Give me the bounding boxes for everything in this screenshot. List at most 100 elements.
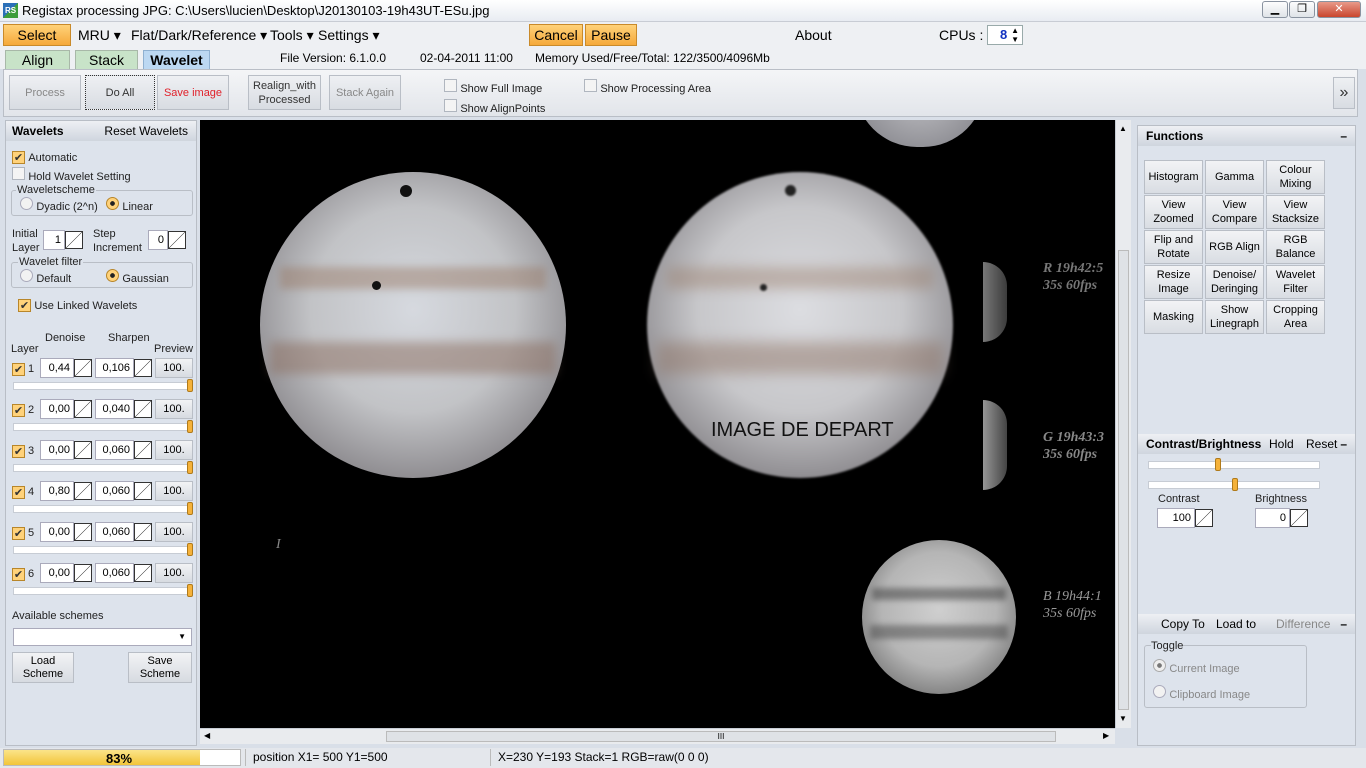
expand-button[interactable]: » [1333, 77, 1355, 109]
contrast-input[interactable]: 100 [1157, 508, 1195, 528]
layer-slider[interactable] [13, 584, 193, 597]
layer-checkbox[interactable] [12, 485, 25, 499]
layer-slider-thumb[interactable] [187, 543, 193, 556]
show-full-image-checkbox[interactable]: Show Full Image [444, 79, 542, 95]
show-processing-area-checkbox[interactable]: Show Processing Area [584, 79, 711, 95]
function-button[interactable]: View Compare [1205, 195, 1264, 229]
contrast-reset-button[interactable]: Reset [1306, 434, 1337, 454]
copy-collapse-button[interactable]: – [1340, 614, 1347, 634]
denoise-input[interactable]: 0,00 [40, 440, 74, 460]
denoise-input[interactable]: 0,80 [40, 481, 74, 501]
layer-slider[interactable] [13, 420, 193, 433]
menu-flat-dark-reference[interactable]: Flat/Dark/Reference ▾ [131, 27, 267, 44]
function-button[interactable]: Flip and Rotate [1144, 230, 1203, 264]
preview-button[interactable]: 100. [155, 399, 193, 419]
sharpen-input[interactable]: 0,040 [95, 399, 134, 419]
sharpen-spinner[interactable] [134, 359, 152, 377]
linear-radio[interactable]: Linear [106, 197, 153, 213]
layer-checkbox[interactable] [12, 403, 25, 417]
tab-wavelet[interactable]: Wavelet [143, 50, 210, 70]
schemes-dropdown[interactable]: ▼ [13, 628, 192, 646]
menu-mru[interactable]: MRU ▾ [78, 27, 121, 44]
sharpen-input[interactable]: 0,060 [95, 522, 134, 542]
menu-about[interactable]: About [795, 27, 832, 43]
denoise-spinner[interactable] [74, 359, 92, 377]
horizontal-scroll-thumb[interactable]: III [386, 731, 1056, 742]
denoise-spinner[interactable] [74, 441, 92, 459]
copy-to-button[interactable]: Copy To [1161, 614, 1205, 634]
close-button[interactable]: ✕ [1317, 1, 1361, 18]
menu-tools[interactable]: Tools ▾ [270, 27, 314, 44]
show-alignpoints-checkbox[interactable]: Show AlignPoints [444, 99, 545, 115]
gaussian-radio[interactable]: Gaussian [106, 269, 169, 285]
vertical-scrollbar[interactable]: ▲ ▼ [1115, 120, 1131, 728]
preview-button[interactable]: 100. [155, 358, 193, 378]
cancel-button[interactable]: Cancel [529, 24, 583, 46]
denoise-spinner[interactable] [74, 482, 92, 500]
sharpen-spinner[interactable] [134, 564, 152, 582]
function-button[interactable]: View Stacksize [1266, 195, 1325, 229]
function-button[interactable]: Denoise/ Deringing [1205, 265, 1264, 299]
difference-button[interactable]: Difference [1276, 614, 1330, 634]
function-button[interactable]: Wavelet Filter [1266, 265, 1325, 299]
pause-button[interactable]: Pause [585, 24, 637, 46]
contrast-slider[interactable] [1148, 458, 1320, 471]
tab-align[interactable]: Align [5, 50, 70, 70]
sharpen-input[interactable]: 0,060 [95, 481, 134, 501]
layer-slider-thumb[interactable] [187, 420, 193, 433]
layer-checkbox[interactable] [12, 567, 25, 581]
layer-slider[interactable] [13, 461, 193, 474]
process-button[interactable]: Process [9, 75, 81, 110]
layer-slider[interactable] [13, 543, 193, 556]
sharpen-input[interactable]: 0,060 [95, 563, 134, 583]
layer-slider[interactable] [13, 502, 193, 515]
horizontal-scrollbar[interactable]: ◀ III ▶ [200, 728, 1115, 744]
denoise-spinner[interactable] [74, 400, 92, 418]
function-button[interactable]: Colour Mixing [1266, 160, 1325, 194]
default-radio[interactable]: Default [20, 269, 71, 285]
denoise-spinner[interactable] [74, 564, 92, 582]
function-button[interactable]: Resize Image [1144, 265, 1203, 299]
cpus-spinner[interactable]: 8 ▲ ▼ [987, 25, 1023, 45]
automatic-checkbox[interactable]: Automatic [12, 150, 77, 164]
load-to-button[interactable]: Load to [1216, 614, 1256, 634]
function-button[interactable]: Show Linegraph [1205, 300, 1264, 334]
sharpen-spinner[interactable] [134, 441, 152, 459]
vertical-scroll-thumb[interactable] [1118, 250, 1129, 710]
brightness-slider-thumb[interactable] [1232, 478, 1238, 491]
load-scheme-button[interactable]: Load Scheme [12, 652, 74, 683]
function-button[interactable]: Masking [1144, 300, 1203, 334]
contrast-collapse-button[interactable]: – [1340, 434, 1347, 454]
layer-slider[interactable] [13, 379, 193, 392]
sharpen-spinner[interactable] [134, 482, 152, 500]
layer-slider-thumb[interactable] [187, 502, 193, 515]
do-all-button[interactable]: Do All [85, 75, 155, 110]
clipboard-image-radio[interactable]: Clipboard Image [1153, 685, 1250, 701]
layer-slider-thumb[interactable] [187, 584, 193, 597]
sharpen-spinner[interactable] [134, 523, 152, 541]
brightness-input[interactable]: 0 [1255, 508, 1290, 528]
minimize-button[interactable]: ▁ [1262, 1, 1288, 18]
denoise-input[interactable]: 0,00 [40, 522, 74, 542]
preview-button[interactable]: 100. [155, 563, 193, 583]
hold-wavelet-checkbox[interactable]: Hold Wavelet Setting [12, 167, 131, 183]
denoise-spinner[interactable] [74, 523, 92, 541]
denoise-input[interactable]: 0,00 [40, 399, 74, 419]
denoise-input[interactable]: 0,44 [40, 358, 74, 378]
realign-with-processed-button[interactable]: Realign_with Processed [248, 75, 321, 110]
sharpen-input[interactable]: 0,060 [95, 440, 134, 460]
save-image-button[interactable]: Save image [157, 75, 229, 110]
function-button[interactable]: View Zoomed [1144, 195, 1203, 229]
preview-button[interactable]: 100. [155, 522, 193, 542]
function-button[interactable]: RGB Align [1205, 230, 1264, 264]
menu-settings[interactable]: Settings ▾ [318, 27, 380, 44]
sharpen-spinner[interactable] [134, 400, 152, 418]
step-increment-spinner[interactable] [168, 231, 186, 249]
layer-checkbox[interactable] [12, 444, 25, 458]
function-button[interactable]: Cropping Area [1266, 300, 1325, 334]
brightness-slider[interactable] [1148, 478, 1320, 491]
use-linked-wavelets-checkbox[interactable]: Use Linked Wavelets [18, 298, 137, 312]
function-button[interactable]: Histogram [1144, 160, 1203, 194]
function-button[interactable]: Gamma [1205, 160, 1264, 194]
contrast-spinner[interactable] [1195, 509, 1213, 527]
